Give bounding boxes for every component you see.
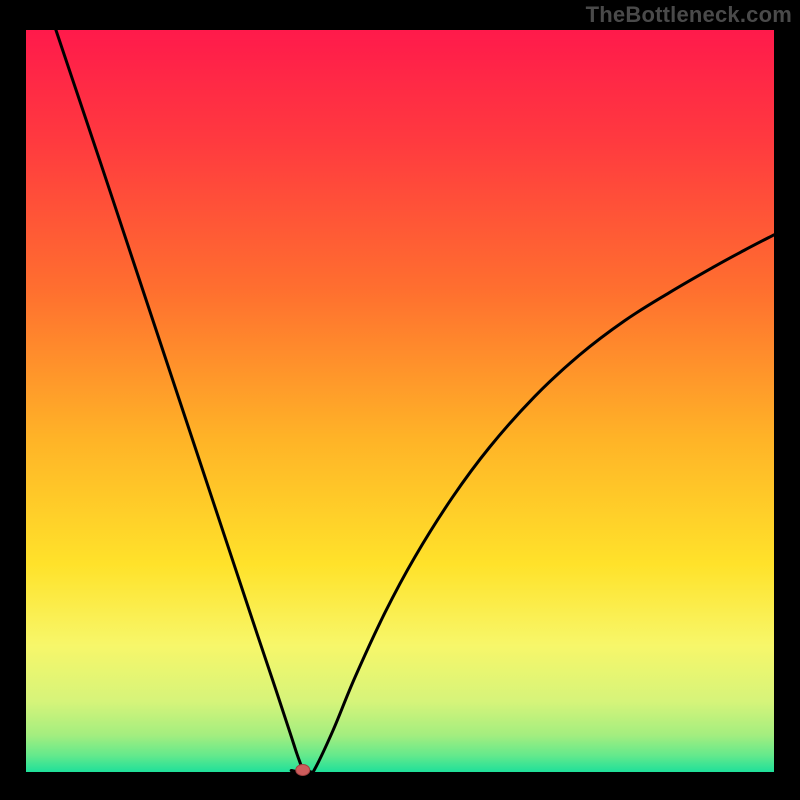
- bottleneck-chart: [0, 0, 800, 800]
- plot-background: [26, 30, 774, 772]
- chart-stage: TheBottleneck.com: [0, 0, 800, 800]
- optimal-marker: [296, 765, 310, 776]
